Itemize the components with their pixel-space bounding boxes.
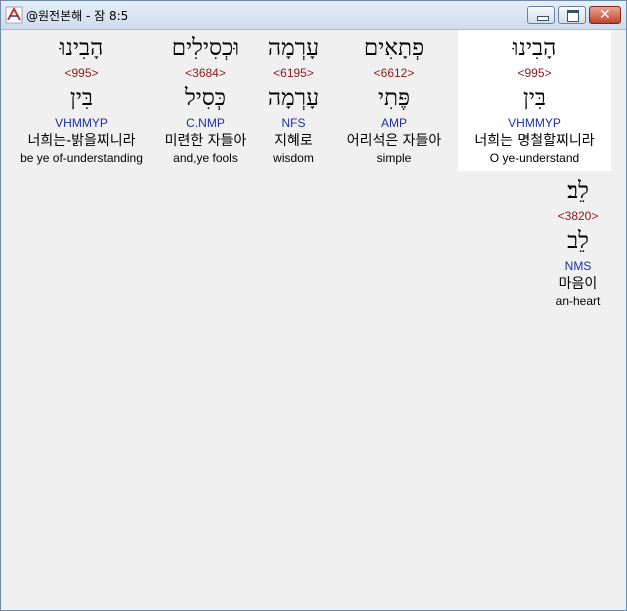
morphology-code: NFS: [281, 116, 306, 130]
strong-number[interactable]: <6612>: [332, 64, 456, 82]
app-window: @원전본해 - 잠 8:5 ✕ הָבִינוּ <995> בִּין VHM…: [0, 0, 627, 611]
word-column[interactable]: עָרְמָה <6195> עָרְמָה NFS 지혜로 wisdom: [257, 30, 330, 171]
word-column[interactable]: וּכְסִילִים <3684> כְּסִיל C.NMP 미련한 자들아…: [156, 30, 255, 171]
hebrew-lemma: כְּסִיל: [184, 85, 227, 111]
hebrew-word: פְתָאִים: [363, 35, 425, 61]
morphology-code: AMP: [380, 116, 407, 130]
word-column[interactable]: הָבִינוּ <995> בִּין VHMMYP 너희는 명철할찌니라 O…: [458, 30, 611, 171]
korean-gloss: 미련한 자들아: [164, 133, 247, 149]
minimize-icon: [537, 16, 549, 21]
morphology-code: C.NMP: [186, 116, 225, 130]
korean-gloss: 너희는 명철할찌니라: [474, 133, 595, 149]
morphology-code: VHMMYP: [508, 116, 561, 130]
english-gloss: simple: [376, 151, 412, 165]
strong-number[interactable]: <3820>: [543, 207, 613, 225]
hebrew-lemma: פֶּתִי: [377, 85, 411, 111]
close-button[interactable]: ✕: [589, 6, 621, 24]
korean-gloss: 너희는-밝을찌니라: [27, 133, 136, 149]
english-gloss: be ye of-understanding: [20, 151, 143, 165]
english-gloss: and,ye fools: [173, 151, 238, 165]
word-column[interactable]: פְתָאִים <6612> פֶּתִי AMP 어리석은 자들아 simp…: [332, 30, 456, 171]
window-title: @원전본해 - 잠 8:5: [26, 9, 129, 23]
hebrew-word: הָבִינוּ: [59, 35, 104, 61]
app-logo-icon: [5, 6, 23, 24]
strong-number[interactable]: <995>: [9, 64, 154, 82]
hebrew-lemma: בִּין: [523, 85, 546, 111]
hebrew-lemma: עָרְמָה: [267, 85, 320, 111]
maximize-icon: [567, 10, 579, 22]
maximize-button[interactable]: [558, 6, 586, 24]
korean-gloss: 지혜로: [274, 133, 313, 149]
hebrew-word: לֵב׃: [567, 178, 589, 204]
title-bar[interactable]: @원전본해 - 잠 8:5 ✕: [1, 1, 626, 30]
morphology-code: NMS: [564, 259, 592, 273]
verse-analysis-panel: הָבִינוּ <995> בִּין VHMMYP 너희는 명철할찌니라 O…: [5, 30, 622, 606]
word-column[interactable]: לֵב׃ <3820> לֵב NMS 마음이 an-heart: [543, 173, 613, 314]
korean-gloss: 어리석은 자들아: [346, 133, 442, 149]
korean-gloss: 마음이: [558, 276, 598, 292]
english-gloss: O ye-understand: [489, 151, 580, 165]
hebrew-word: עָרְמָה: [267, 35, 320, 61]
english-gloss: an-heart: [555, 294, 601, 308]
morphology-code: VHMMYP: [55, 116, 108, 130]
hebrew-word: הָבִינוּ: [512, 35, 557, 61]
strong-number[interactable]: <3684>: [156, 64, 255, 82]
hebrew-word: וּכְסִילִים: [171, 35, 240, 61]
strong-number[interactable]: <6195>: [257, 64, 330, 82]
close-icon: ✕: [599, 7, 611, 23]
english-gloss: wisdom: [273, 151, 314, 165]
hebrew-lemma: לֵב: [567, 228, 589, 254]
hebrew-lemma: בִּין: [70, 85, 93, 111]
word-column[interactable]: הָבִינוּ <995> בִּין VHMMYP 너희는-밝을찌니라 be…: [9, 30, 154, 171]
strong-number[interactable]: <995>: [458, 64, 611, 82]
minimize-button[interactable]: [527, 6, 555, 24]
